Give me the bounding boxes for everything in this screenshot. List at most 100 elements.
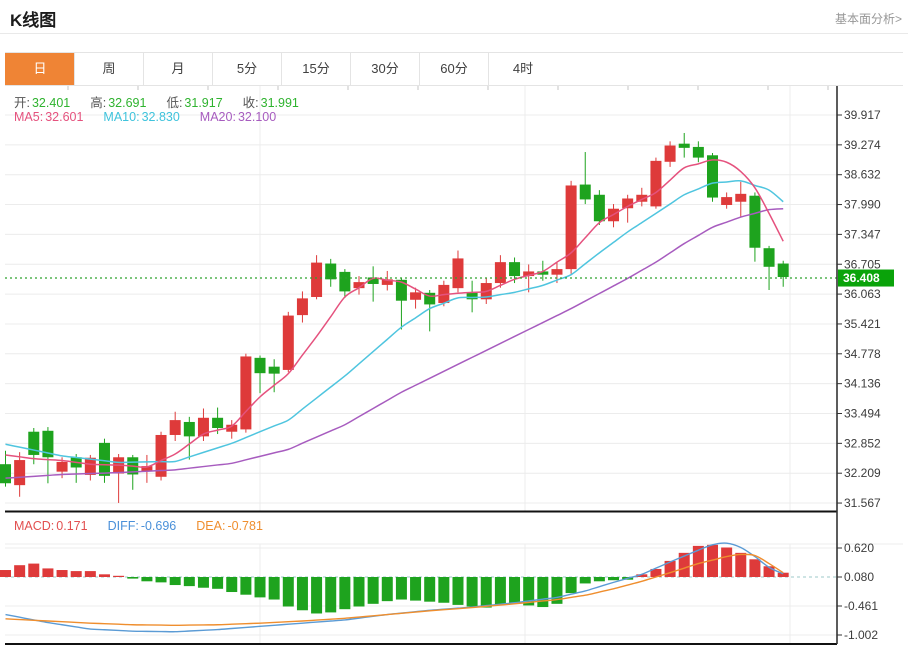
- macd-item-2-value: -0.781: [227, 519, 262, 533]
- ohlc-item-0-value: 32.401: [32, 96, 70, 110]
- candle: [339, 272, 350, 292]
- candle: [707, 155, 718, 197]
- price-axis-tick-label: 39.274: [844, 138, 881, 152]
- macd-bar: [71, 571, 82, 577]
- macd-legend: MACD:0.171 DIFF:-0.696 DEA:-0.781: [14, 519, 263, 533]
- ma-item-0: MA5:32.601: [14, 110, 83, 124]
- macd-bar: [410, 577, 421, 601]
- price-axis-tick-label: 36.063: [844, 287, 881, 301]
- candle: [283, 316, 294, 370]
- candle: [509, 262, 520, 276]
- candle: [297, 298, 308, 315]
- price-axis-tick-label: 37.990: [844, 198, 881, 212]
- macd-bar: [170, 577, 181, 585]
- macd-bar: [212, 577, 223, 589]
- ma-item-0-value: 32.601: [45, 110, 83, 124]
- macd-item-2: DEA:-0.781: [196, 519, 263, 533]
- ma-item-2-label: MA20:: [200, 110, 236, 124]
- ohlc-legend: 开:32.401 高:32.691 低:31.917 收:31.991: [14, 92, 299, 111]
- ohlc-item-1-label: 高:: [90, 96, 106, 110]
- macd-bar: [99, 574, 110, 577]
- candle: [467, 293, 478, 300]
- macd-bar: [156, 577, 167, 582]
- candle: [594, 195, 605, 221]
- macd-item-1: DIFF:-0.696: [108, 519, 177, 533]
- candle: [14, 460, 25, 485]
- macd-bar: [198, 577, 209, 588]
- candle: [495, 262, 506, 283]
- macd-bar: [226, 577, 237, 592]
- price-axis-tick-label: 34.136: [844, 377, 881, 391]
- macd-bar: [85, 571, 96, 577]
- ma-item-1: MA10:32.830: [103, 110, 179, 124]
- candle: [212, 418, 223, 428]
- price-axis-tick-label: 31.567: [844, 496, 881, 510]
- macd-item-1-label: DIFF:: [108, 519, 139, 533]
- macd-bar: [141, 577, 152, 581]
- candle: [764, 248, 775, 267]
- ma-item-2-value: 32.100: [238, 110, 276, 124]
- candle: [650, 161, 661, 207]
- ma-item-2: MA20:32.100: [200, 110, 276, 124]
- macd-bar: [325, 577, 336, 612]
- ohlc-item-0: 开:32.401: [14, 92, 70, 111]
- price-axis-tick-label: 33.494: [844, 407, 881, 421]
- macd-bar: [42, 568, 53, 577]
- ma-item-1-label: MA10:: [103, 110, 139, 124]
- macd-bar: [438, 577, 449, 603]
- candle: [410, 292, 421, 299]
- macd-bar: [127, 577, 138, 579]
- macd-item-0-label: MACD:: [14, 519, 54, 533]
- ma-item-1-value: 32.830: [142, 110, 180, 124]
- macd-axis-tick-label: -1.002: [844, 628, 878, 642]
- candle: [255, 358, 266, 373]
- macd-bar: [339, 577, 350, 609]
- macd-bar: [269, 577, 280, 600]
- macd-bar: [495, 577, 506, 605]
- price-axis-tick-label: 32.852: [844, 436, 881, 450]
- macd-axis-tick-label: -0.461: [844, 599, 878, 613]
- macd-bar: [608, 577, 619, 580]
- macd-bar: [311, 577, 322, 613]
- macd-item-2-label: DEA:: [196, 519, 225, 533]
- candle: [240, 356, 251, 429]
- price-axis-tick-label: 38.632: [844, 168, 881, 182]
- price-axis-tick-label: 39.917: [844, 108, 881, 122]
- macd-axis-tick-label: 0.620: [844, 541, 874, 555]
- ohlc-item-1: 高:32.691: [90, 92, 146, 111]
- current-price-badge-text: 36.408: [843, 271, 880, 285]
- candle: [693, 147, 704, 158]
- ohlc-item-2: 低:31.917: [166, 92, 222, 111]
- macd-bar: [113, 576, 124, 577]
- macd-bar: [509, 577, 520, 604]
- macd-bar: [452, 577, 463, 605]
- macd-bar: [184, 577, 195, 586]
- candle: [0, 464, 11, 483]
- ohlc-item-3: 收:31.991: [243, 92, 299, 111]
- ma-item-0-label: MA5:: [14, 110, 43, 124]
- candle: [269, 367, 280, 374]
- candle: [778, 264, 789, 277]
- candle: [580, 185, 591, 200]
- price-axis-tick-label: 34.778: [844, 347, 881, 361]
- macd-bar: [396, 577, 407, 600]
- candle: [325, 264, 336, 280]
- macd-bar: [368, 577, 379, 604]
- macd-bar: [382, 577, 393, 601]
- ohlc-item-3-label: 收:: [243, 96, 259, 110]
- macd-bar: [255, 577, 266, 597]
- candle: [170, 420, 181, 435]
- candle: [452, 258, 463, 288]
- ohlc-item-3-value: 31.991: [261, 96, 299, 110]
- candle: [721, 197, 732, 205]
- candle: [57, 462, 68, 472]
- macd-bar: [28, 564, 39, 577]
- price-axis-tick-label: 35.421: [844, 317, 881, 331]
- price-axis-tick-label: 36.705: [844, 257, 881, 271]
- ohlc-item-2-label: 低:: [166, 96, 182, 110]
- macd-item-0: MACD:0.171: [14, 519, 88, 533]
- macd-bar: [424, 577, 435, 602]
- macd-bar: [297, 577, 308, 610]
- candle: [665, 146, 676, 162]
- macd-bar: [721, 547, 732, 577]
